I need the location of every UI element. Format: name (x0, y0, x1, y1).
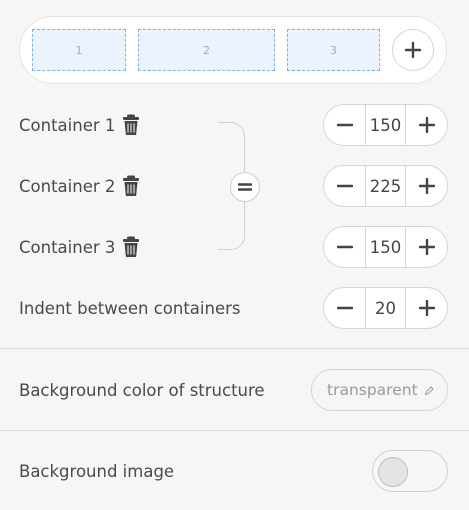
plus-icon (418, 300, 435, 316)
plus-icon (418, 178, 435, 194)
decrement-button[interactable] (324, 105, 365, 145)
background-image-row: Background image (19, 456, 174, 486)
decrement-button[interactable] (324, 288, 365, 328)
increment-button[interactable] (406, 288, 447, 328)
indent-row: Indent between containers (19, 293, 241, 323)
pencil-icon (424, 382, 434, 400)
minus-icon (336, 245, 353, 249)
trash-icon[interactable] (122, 175, 140, 197)
section-divider (0, 430, 469, 431)
background-color-row: Background color of structure (19, 375, 265, 405)
background-color-value: transparent (327, 381, 418, 399)
container-1-row: Container 1 (19, 110, 140, 140)
background-color-label: Background color of structure (19, 380, 265, 400)
container-1-stepper[interactable]: 150 (323, 104, 448, 146)
structure-preview: 1 2 3 (19, 16, 447, 84)
increment-button[interactable] (406, 227, 447, 267)
toggle-knob (378, 457, 408, 487)
minus-icon (336, 123, 353, 127)
plus-icon (404, 41, 422, 59)
add-container-button[interactable] (392, 29, 434, 71)
container-3-width-value[interactable]: 150 (365, 227, 406, 267)
increment-button[interactable] (406, 166, 447, 206)
trash-icon[interactable] (122, 114, 140, 136)
container-3-stepper[interactable]: 150 (323, 226, 448, 268)
background-image-label: Background image (19, 461, 175, 481)
preview-slot-1[interactable]: 1 (32, 29, 126, 71)
preview-slot-3[interactable]: 3 (287, 29, 380, 71)
container-1-width-value[interactable]: 150 (365, 105, 406, 145)
indent-label: Indent between containers (19, 298, 241, 318)
indent-value[interactable]: 20 (365, 288, 406, 328)
container-3-row: Container 3 (19, 232, 140, 262)
background-image-toggle[interactable] (372, 450, 448, 492)
background-color-input[interactable]: transparent (311, 369, 448, 411)
container-2-stepper[interactable]: 225 (323, 165, 448, 207)
equals-icon (238, 183, 252, 191)
preview-slot-label: 3 (330, 43, 337, 57)
equalize-widths-button[interactable] (230, 172, 260, 202)
trash-icon[interactable] (122, 236, 140, 258)
container-label: Container 2 (19, 176, 116, 196)
minus-icon (336, 184, 353, 188)
minus-icon (336, 306, 353, 310)
container-label: Container 3 (19, 237, 116, 257)
increment-button[interactable] (406, 105, 447, 145)
preview-slot-label: 2 (203, 43, 210, 57)
preview-slot-2[interactable]: 2 (138, 29, 275, 71)
plus-icon (418, 117, 435, 133)
preview-slot-label: 1 (75, 43, 83, 57)
section-divider (0, 348, 469, 349)
decrement-button[interactable] (324, 166, 365, 206)
container-label: Container 1 (19, 115, 116, 135)
container-2-width-value[interactable]: 225 (365, 166, 406, 206)
plus-icon (418, 239, 435, 255)
container-2-row: Container 2 (19, 171, 140, 201)
indent-stepper[interactable]: 20 (323, 287, 448, 329)
decrement-button[interactable] (324, 227, 365, 267)
